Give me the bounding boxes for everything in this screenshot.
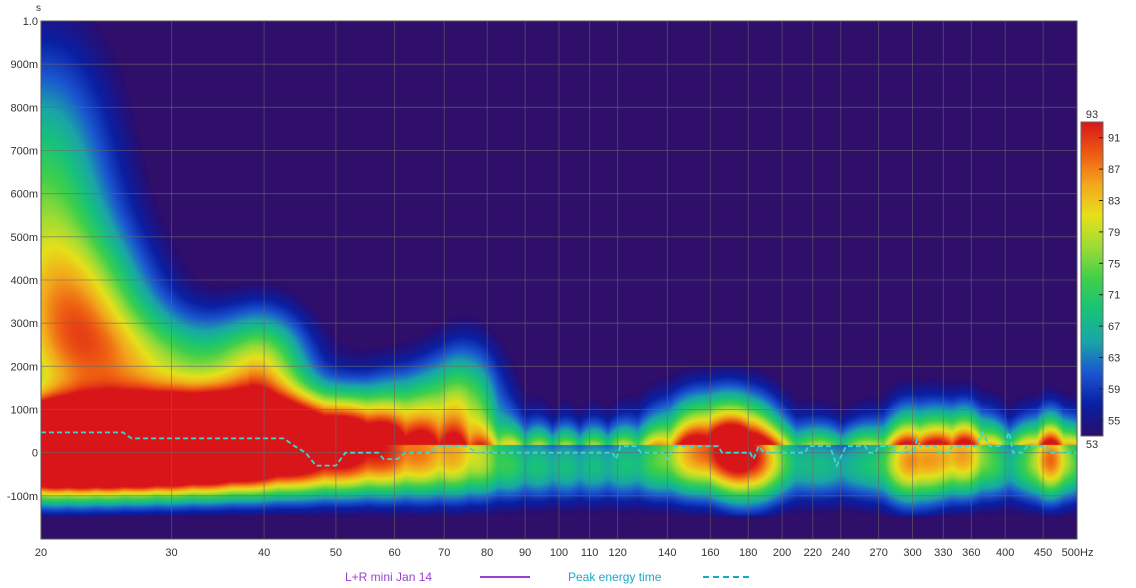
legend-item: L+R mini Jan 14 — [345, 570, 530, 584]
y-tick-label: 100m — [10, 405, 38, 417]
colorbar-tick-label: 75 — [1108, 258, 1120, 270]
colorbar: 93 91 87 83 79 75 71 67 63 59 55 53 — [1080, 109, 1120, 451]
y-tick-label: 600m — [10, 189, 38, 201]
x-tick-label: 220 — [804, 547, 822, 559]
y-tick-label: 500m — [10, 232, 38, 244]
legend: L+R mini Jan 14 Peak energy time — [345, 570, 753, 584]
x-tick-label: 240 — [832, 547, 850, 559]
y-tick-label: 200m — [10, 361, 38, 373]
x-tick-label: 400 — [996, 547, 1014, 559]
x-tick-label: 270 — [869, 547, 887, 559]
y-tick-label: 0 — [32, 448, 38, 460]
y-tick-label: 400m — [10, 275, 38, 287]
y-tick-label: 800m — [10, 102, 38, 114]
x-tick-label: 30 — [165, 547, 177, 559]
x-tick-label: 330 — [934, 547, 952, 559]
x-tick-label: 140 — [658, 547, 676, 559]
y-axis-unit: s — [36, 3, 41, 14]
x-tick-label: 90 — [519, 547, 531, 559]
x-tick-label: 360 — [962, 547, 980, 559]
legend-item: Peak energy time — [568, 570, 753, 584]
colorbar-tick-label: 59 — [1108, 384, 1120, 396]
x-axis-unit: Hz — [1080, 547, 1093, 559]
x-tick-label: 80 — [481, 547, 493, 559]
spectrogram-chart: s 1.0 900m 800m 700m 600m 500m 400m 300m 200m 100… — [7, 3, 1120, 584]
colorbar-tick-label: 83 — [1108, 196, 1120, 208]
legend-label: L+R mini Jan 14 — [345, 570, 432, 584]
x-tick-label: 20 — [35, 547, 47, 559]
x-tick-label: 120 — [609, 547, 627, 559]
x-tick-label: 60 — [388, 547, 400, 559]
colorbar-tick-label: 55 — [1108, 415, 1120, 427]
y-tick-label: -100m — [7, 491, 38, 503]
x-tick-label: 180 — [739, 547, 757, 559]
x-tick-label: 50 — [330, 547, 342, 559]
colorbar-tick-label: 71 — [1108, 290, 1120, 302]
y-axis: s 1.0 900m 800m 700m 600m 500m 400m 300m 200m 100… — [7, 3, 41, 503]
x-tick-label: 110 — [581, 547, 599, 559]
x-tick-label: 100 — [550, 547, 568, 559]
y-tick-label: 700m — [10, 146, 38, 158]
x-tick-label: 450 — [1034, 547, 1052, 559]
x-tick-label: 500 — [1062, 547, 1080, 559]
x-tick-label: 200 — [773, 547, 791, 559]
x-axis: Hz 20 30 40 50 60 70 80 90 100 110 120 140 160 180 200… — [35, 547, 1094, 559]
x-tick-label: 40 — [258, 547, 270, 559]
x-tick-label: 160 — [701, 547, 719, 559]
x-tick-label: 70 — [438, 547, 450, 559]
legend-label: Peak energy time — [568, 570, 662, 584]
colorbar-tick-label: 91 — [1108, 133, 1120, 145]
plot-area — [40, 20, 1078, 540]
colorbar-tick-label: 53 — [1086, 439, 1098, 451]
colorbar-tick-label: 79 — [1108, 227, 1120, 239]
colorbar-tick-label: 87 — [1108, 164, 1120, 176]
colorbar-tick-label: 67 — [1108, 321, 1120, 333]
y-tick-label: 300m — [10, 318, 38, 330]
x-tick-label: 300 — [903, 547, 921, 559]
y-tick-label: 900m — [10, 59, 38, 71]
y-tick-label: 1.0 — [23, 16, 38, 28]
colorbar-tick-label: 93 — [1086, 109, 1098, 121]
colorbar-tick-label: 63 — [1108, 353, 1120, 365]
